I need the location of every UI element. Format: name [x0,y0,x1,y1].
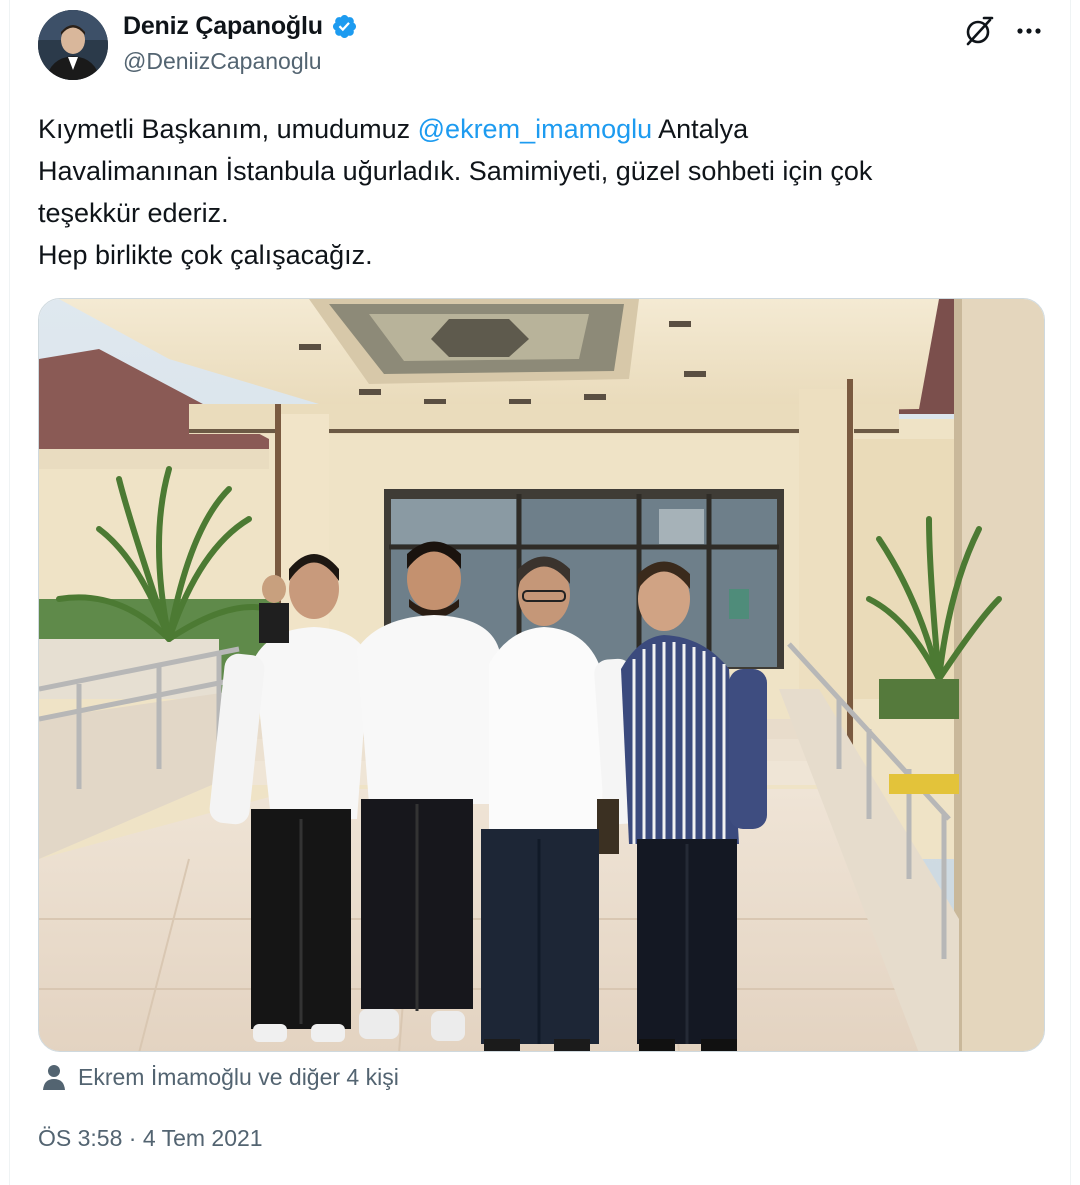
tweet-text: Kıymetli Başkanım, umudumuz @ekrem_imamo… [38,108,1028,276]
author-handle[interactable]: @DeniizCapanoglu [123,48,322,75]
verified-badge-icon [332,14,356,39]
mention-link[interactable]: @ekrem_imamoglu [418,114,652,144]
tweet-photo[interactable] [38,298,1045,1052]
tweet-text-segment: Kıymetli Başkanım, umudumuz [38,114,418,144]
avatar-image [38,10,108,80]
more-options-icon[interactable] [1012,14,1046,48]
tweet-text-segment: Antalya [652,114,749,144]
author-display-name[interactable]: Deniz Çapanoğlu [123,12,323,41]
person-icon [43,1065,65,1090]
tweet-line-3: teşekkür ederiz. [38,198,229,228]
grok-icon[interactable] [962,14,996,48]
tweet-timestamp[interactable]: ÖS 3:58 · 4 Tem 2021 [38,1125,263,1152]
tweet-line-2: Havalimanınan İstanbula uğurladık. Samim… [38,156,873,186]
tagged-people-label[interactable]: Ekrem İmamoğlu ve diğer 4 kişi [78,1064,399,1091]
avatar[interactable] [38,10,108,80]
photo-image [39,299,1044,1051]
tweet-line-4: Hep birlikte çok çalışacağız. [38,240,373,270]
tagged-people[interactable]: Ekrem İmamoğlu ve diğer 4 kişi [42,1063,399,1091]
author-name-row[interactable]: Deniz Çapanoğlu [123,12,358,41]
tweet-line-1: Kıymetli Başkanım, umudumuz @ekrem_imamo… [38,108,1028,150]
